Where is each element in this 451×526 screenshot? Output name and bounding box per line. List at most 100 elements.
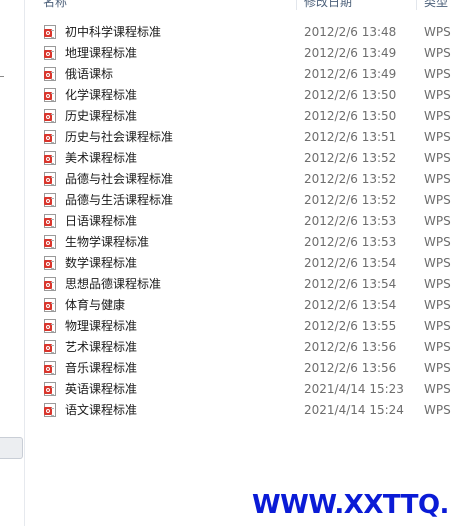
wps-document-icon [44, 172, 56, 186]
file-row[interactable]: 品德与生活课程标准 2012/2/6 13:52 WPS [24, 190, 451, 211]
file-row[interactable]: 英语课程标准 2021/4/14 15:23 WPS [24, 379, 451, 400]
watermark-text: WWW.XXTTQ.COM [252, 490, 448, 520]
file-modified-date: 2012/2/6 13:54 [304, 256, 397, 270]
file-row[interactable]: 艺术课程标准 2012/2/6 13:56 WPS [24, 337, 451, 358]
file-row[interactable]: 地理课程标准 2012/2/6 13:49 WPS [24, 43, 451, 64]
file-modified-date: 2012/2/6 13:49 [304, 67, 397, 81]
file-type: WPS [424, 319, 451, 333]
file-modified-date: 2012/2/6 13:54 [304, 298, 397, 312]
file-type: WPS [424, 109, 451, 123]
file-name: 品德与社会课程标准 [65, 172, 174, 186]
file-row[interactable]: 体育与健康 2012/2/6 13:54 WPS [24, 295, 451, 316]
wps-document-icon [44, 214, 56, 228]
column-header-bar: 名称 修改日期 类型 [24, 0, 451, 10]
file-name: 日语课程标准 [65, 214, 138, 228]
wps-document-icon [44, 235, 56, 249]
wps-document-icon [44, 130, 56, 144]
wps-document-icon [44, 25, 56, 39]
file-row[interactable]: 数学课程标准 2012/2/6 13:54 WPS [24, 253, 451, 274]
wps-document-icon [44, 151, 56, 165]
file-row[interactable]: 美术课程标准 2012/2/6 13:52 WPS [24, 148, 451, 169]
file-name: 体育与健康 [65, 298, 126, 312]
file-row[interactable]: 生物学课程标准 2012/2/6 13:53 WPS [24, 232, 451, 253]
file-modified-date: 2012/2/6 13:52 [304, 151, 397, 165]
file-type: WPS [424, 46, 451, 60]
column-header-date[interactable]: 修改日期 [304, 0, 352, 10]
file-modified-date: 2012/2/6 13:52 [304, 193, 397, 207]
wps-document-icon [44, 298, 56, 312]
file-name: 俄语课标 [65, 67, 114, 81]
column-divider[interactable] [296, 0, 297, 10]
file-type: WPS [424, 235, 451, 249]
nav-pane-marker [0, 76, 4, 77]
column-header-name[interactable]: 名称 [43, 0, 67, 10]
file-row[interactable]: 历史课程标准 2012/2/6 13:50 WPS [24, 106, 451, 127]
column-divider[interactable] [416, 0, 417, 10]
file-row[interactable]: 俄语课标 2012/2/6 13:49 WPS [24, 64, 451, 85]
file-type: WPS [424, 88, 451, 102]
file-type: WPS [424, 130, 451, 144]
file-row[interactable]: 思想品德课程标准 2012/2/6 13:54 WPS [24, 274, 451, 295]
wps-document-icon [44, 88, 56, 102]
file-row[interactable]: 初中科学课程标准 2012/2/6 13:48 WPS [24, 22, 451, 43]
file-type: WPS [424, 172, 451, 186]
file-name: 初中科学课程标准 [65, 25, 162, 39]
file-modified-date: 2012/2/6 13:50 [304, 109, 397, 123]
file-row[interactable]: 化学课程标准 2012/2/6 13:50 WPS [24, 85, 451, 106]
column-header-type[interactable]: 类型 [424, 0, 448, 10]
file-modified-date: 2012/2/6 13:52 [304, 172, 397, 186]
file-type: WPS [424, 403, 451, 417]
wps-document-icon [44, 109, 56, 123]
file-name: 思想品德课程标准 [65, 277, 162, 291]
file-modified-date: 2012/2/6 13:56 [304, 361, 397, 375]
wps-document-icon [44, 256, 56, 270]
file-row[interactable]: 品德与社会课程标准 2012/2/6 13:52 WPS [24, 169, 451, 190]
wps-document-icon [44, 67, 56, 81]
file-name: 音乐课程标准 [65, 361, 138, 375]
file-modified-date: 2021/4/14 15:24 [304, 403, 404, 417]
file-modified-date: 2012/2/6 13:51 [304, 130, 397, 144]
file-name: 物理课程标准 [65, 319, 138, 333]
file-name: 品德与生活课程标准 [65, 193, 174, 207]
file-name: 地理课程标准 [65, 46, 138, 60]
file-row[interactable]: 历史与社会课程标准 2012/2/6 13:51 WPS [24, 127, 451, 148]
wps-document-icon [44, 361, 56, 375]
file-type: WPS [424, 340, 451, 354]
file-name: 美术课程标准 [65, 151, 138, 165]
wps-document-icon [44, 382, 56, 396]
file-type: WPS [424, 193, 451, 207]
file-name: 艺术课程标准 [65, 340, 138, 354]
file-name: 数学课程标准 [65, 256, 138, 270]
file-modified-date: 2012/2/6 13:48 [304, 25, 397, 39]
file-type: WPS [424, 214, 451, 228]
nav-pane-scrollbar-thumb[interactable] [0, 437, 23, 459]
file-modified-date: 2012/2/6 13:53 [304, 235, 397, 249]
file-name: 化学课程标准 [65, 88, 138, 102]
file-row[interactable]: 音乐课程标准 2012/2/6 13:56 WPS [24, 358, 451, 379]
file-row[interactable]: 日语课程标准 2012/2/6 13:53 WPS [24, 211, 451, 232]
wps-document-icon [44, 403, 56, 417]
file-row[interactable]: 物理课程标准 2012/2/6 13:55 WPS [24, 316, 451, 337]
file-name: 生物学课程标准 [65, 235, 150, 249]
file-type: WPS [424, 277, 451, 291]
file-modified-date: 2012/2/6 13:49 [304, 46, 397, 60]
file-type: WPS [424, 361, 451, 375]
file-modified-date: 2012/2/6 13:53 [304, 214, 397, 228]
file-modified-date: 2012/2/6 13:54 [304, 277, 397, 291]
wps-document-icon [44, 319, 56, 333]
file-type: WPS [424, 256, 451, 270]
navigation-pane [0, 0, 25, 526]
wps-document-icon [44, 193, 56, 207]
file-modified-date: 2012/2/6 13:50 [304, 88, 397, 102]
file-name: 语文课程标准 [65, 403, 138, 417]
wps-document-icon [44, 277, 56, 291]
file-name: 历史课程标准 [65, 109, 138, 123]
file-modified-date: 2012/2/6 13:56 [304, 340, 397, 354]
file-modified-date: 2012/2/6 13:55 [304, 319, 397, 333]
file-type: WPS [424, 67, 451, 81]
file-name: 英语课程标准 [65, 382, 138, 396]
file-name: 历史与社会课程标准 [65, 130, 174, 144]
wps-document-icon [44, 46, 56, 60]
file-type: WPS [424, 298, 451, 312]
file-row[interactable]: 语文课程标准 2021/4/14 15:24 WPS [24, 400, 451, 421]
